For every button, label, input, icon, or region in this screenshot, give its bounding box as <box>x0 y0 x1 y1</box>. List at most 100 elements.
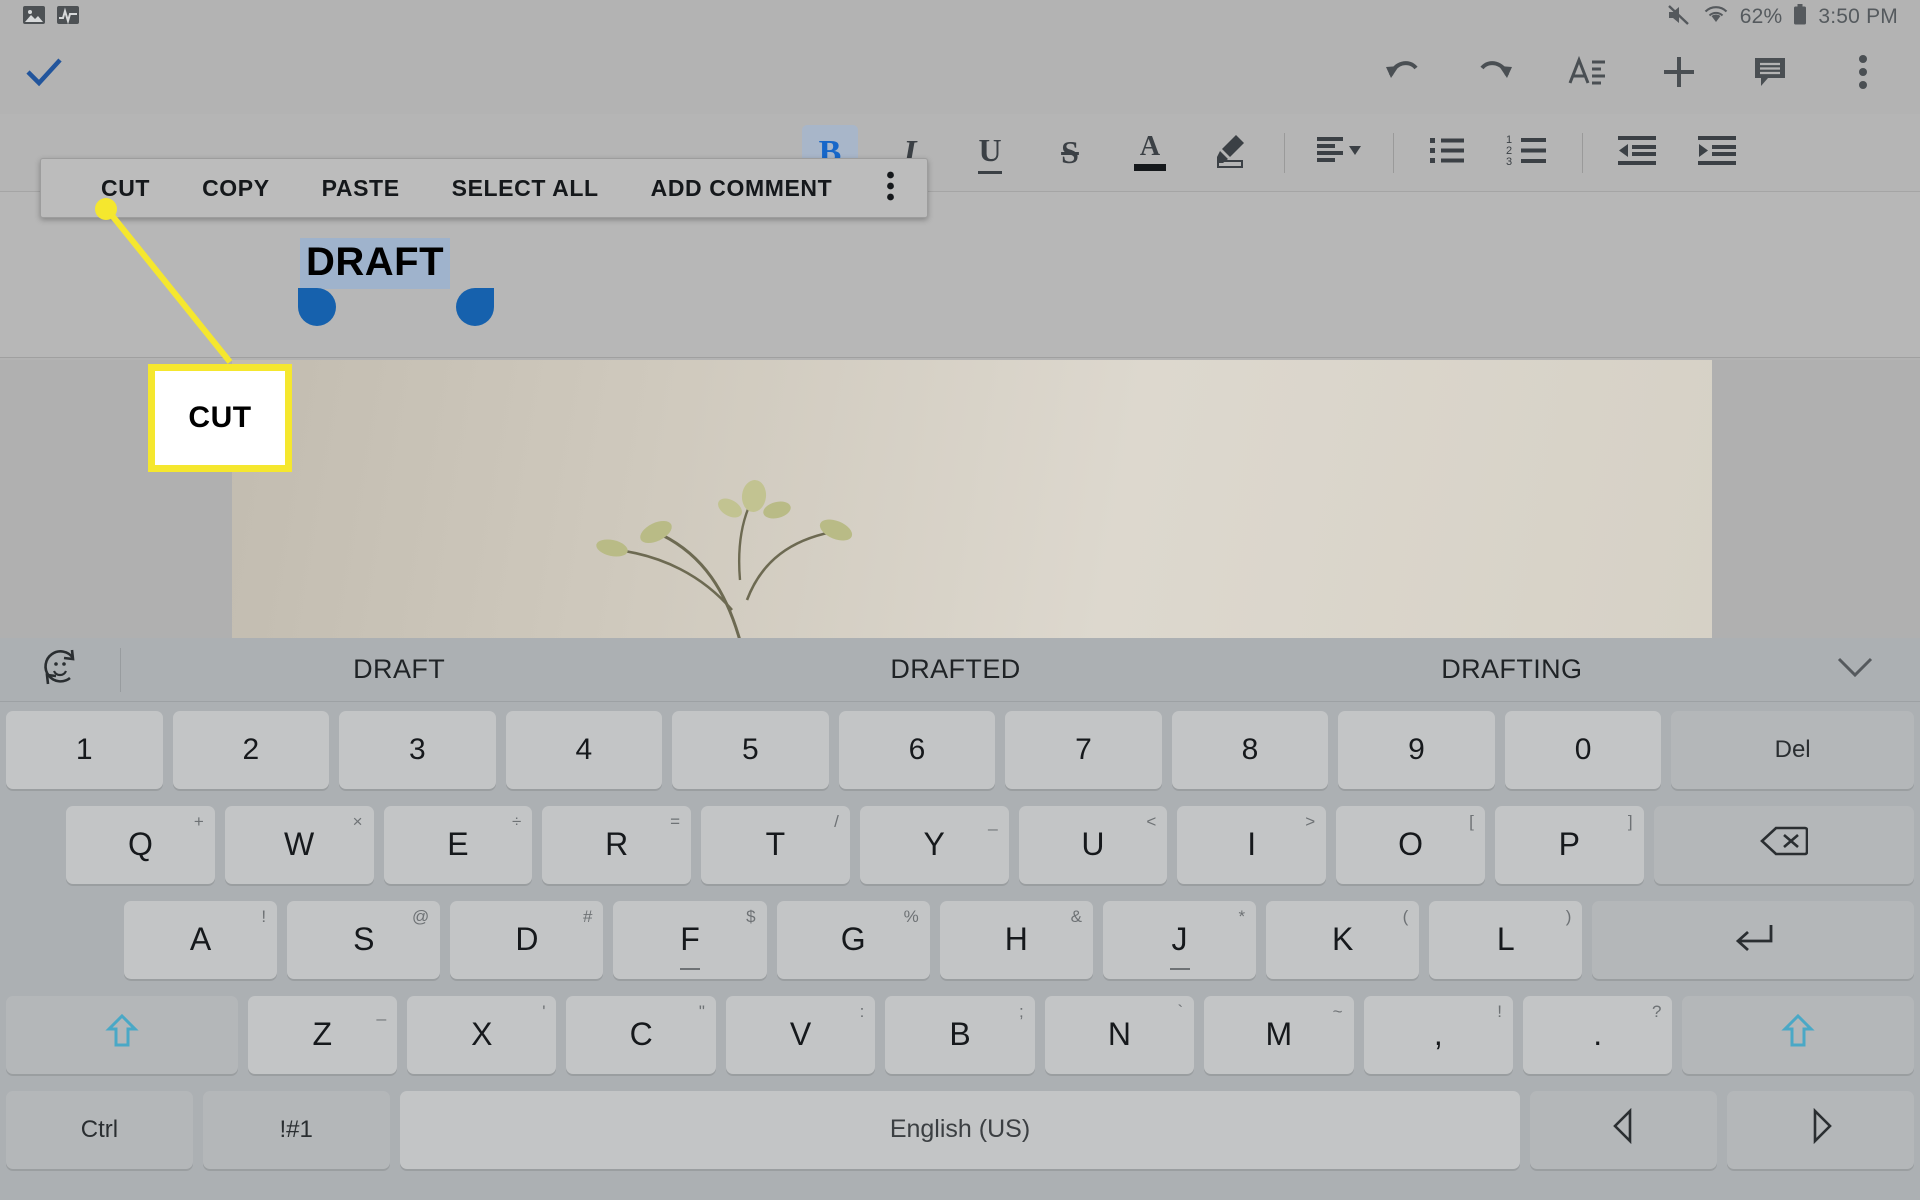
key-s[interactable]: @ S <box>287 900 441 979</box>
underline-button[interactable]: U <box>962 125 1018 181</box>
context-menu-item-select-all[interactable]: SELECT ALL <box>426 175 625 202</box>
key-comma[interactable]: !, <box>1363 995 1513 1074</box>
emoji-sticker-button[interactable] <box>0 646 120 693</box>
increase-indent-button[interactable] <box>1689 125 1745 181</box>
key-p-alt: ] <box>1627 811 1633 831</box>
key-0[interactable]: 0 <box>1504 710 1662 789</box>
key-ctrl[interactable]: Ctrl <box>6 1090 193 1169</box>
svg-text:3: 3 <box>1506 156 1512 167</box>
text-format-icon <box>1567 55 1607 94</box>
key-5[interactable]: 5 <box>672 710 829 789</box>
key-8[interactable]: 8 <box>1171 710 1329 789</box>
align-button[interactable] <box>1311 125 1367 181</box>
decrease-indent-button[interactable] <box>1609 125 1665 181</box>
key-n[interactable]: ` N <box>1044 995 1195 1074</box>
key-o-label: O <box>1398 826 1423 862</box>
highlight-button[interactable] <box>1202 125 1258 181</box>
key-l[interactable]: ) L <box>1429 900 1583 979</box>
text-color-button[interactable]: A <box>1122 125 1178 181</box>
key-e[interactable]: ÷ E <box>383 805 533 884</box>
key-z[interactable]: _ Z <box>247 995 398 1074</box>
suggestion-word-3[interactable]: DRAFTING <box>1234 654 1790 685</box>
page-margin-right <box>1712 360 1920 648</box>
key-t-label: T <box>765 826 786 862</box>
insert-button[interactable] <box>1656 51 1702 97</box>
key-shift-right[interactable] <box>1682 995 1915 1074</box>
context-menu-item-copy[interactable]: COPY <box>176 175 296 202</box>
bulleted-list-button[interactable] <box>1420 125 1476 181</box>
key-w[interactable]: × W <box>224 805 374 884</box>
overflow-menu-button[interactable] <box>1840 51 1886 97</box>
context-menu-item-paste[interactable]: PASTE <box>296 175 426 202</box>
key-6[interactable]: 6 <box>838 710 996 789</box>
key-4[interactable]: 4 <box>505 710 663 789</box>
key-o[interactable]: [O <box>1336 805 1485 884</box>
key-shift-left[interactable] <box>6 995 238 1074</box>
key-arrow-right[interactable] <box>1727 1090 1914 1169</box>
key-r[interactable]: = R <box>542 805 692 884</box>
selected-text[interactable]: DRAFT <box>300 238 451 289</box>
key-backspace[interactable] <box>1653 805 1914 884</box>
key-m[interactable]: ~ M <box>1204 995 1354 1074</box>
key-h[interactable]: & H <box>939 900 1093 979</box>
key-b-alt: ; <box>1018 1001 1024 1021</box>
key-l-label: L <box>1496 921 1515 957</box>
key-u[interactable]: < U <box>1018 805 1168 884</box>
key-b-label: B <box>949 1016 971 1052</box>
key-9[interactable]: 9 <box>1338 710 1495 789</box>
key-a[interactable]: ! A <box>124 900 278 979</box>
key-g-label: G <box>840 921 866 957</box>
key-i[interactable]: > I <box>1177 805 1327 884</box>
context-menu-overflow-button[interactable] <box>858 171 901 206</box>
key-e-label: E <box>447 826 469 862</box>
key-k[interactable]: (K <box>1266 900 1420 979</box>
key-p[interactable]: ] P <box>1494 805 1644 884</box>
key-2[interactable]: 2 <box>172 710 330 789</box>
key-7[interactable]: 7 <box>1005 710 1162 789</box>
key-x[interactable]: ' X <box>407 995 557 1074</box>
format-list-group: 123 <box>1408 125 1568 181</box>
numbered-list-button[interactable]: 123 <box>1500 125 1556 181</box>
key-c[interactable]: " C <box>566 995 716 1074</box>
key-b[interactable]: ; B <box>885 995 1035 1074</box>
key-l-alt: ) <box>1565 906 1572 926</box>
key-symbols[interactable]: !#1 <box>202 1090 390 1169</box>
selection-handle-end[interactable] <box>456 288 494 326</box>
key-o-alt: [ <box>1469 811 1474 831</box>
key-z-label: Z <box>312 1016 333 1052</box>
document-photo[interactable] <box>232 360 1712 648</box>
comment-button[interactable] <box>1748 51 1794 97</box>
suggestion-word-1[interactable]: DRAFT <box>121 654 677 685</box>
context-menu-item-add-comment[interactable]: ADD COMMENT <box>625 175 859 202</box>
key-y[interactable]: _ Y <box>859 805 1009 884</box>
suggestion-word-2[interactable]: DRAFTED <box>677 654 1233 685</box>
key-space[interactable]: English (US) <box>399 1090 1521 1169</box>
keyboard-row-numbers: 1 2 3 4 5 6 7 8 9 0 Del <box>0 702 1920 797</box>
key-arrow-left[interactable] <box>1530 1090 1718 1169</box>
redo-button[interactable] <box>1472 51 1518 97</box>
key-q[interactable]: + Q <box>66 805 215 884</box>
strikethrough-button[interactable]: S <box>1042 125 1098 181</box>
key-d[interactable]: # D <box>450 900 604 979</box>
context-menu-item-cut[interactable]: CUT <box>75 175 176 202</box>
key-v[interactable]: :V <box>725 995 876 1074</box>
collapse-suggestions-button[interactable] <box>1790 654 1920 685</box>
key-delete[interactable]: Del <box>1671 710 1914 789</box>
selection-handle-start[interactable] <box>298 288 336 326</box>
key-1[interactable]: 1 <box>6 710 163 789</box>
undo-button[interactable] <box>1380 51 1426 97</box>
key-g[interactable]: % G <box>776 900 930 979</box>
key-j-label: J <box>1171 921 1188 957</box>
key-j[interactable]: * J <box>1102 900 1257 979</box>
status-bar-notifications <box>22 3 80 32</box>
highlight-pen-icon <box>1210 131 1250 174</box>
key-f[interactable]: $ F <box>613 900 767 979</box>
key-enter[interactable] <box>1592 900 1915 979</box>
key-t[interactable]: / T <box>701 805 850 884</box>
confirm-button[interactable] <box>26 57 62 92</box>
key-3[interactable]: 3 <box>339 710 496 789</box>
text-format-button[interactable] <box>1564 51 1610 97</box>
key-period[interactable]: ?. <box>1522 995 1673 1074</box>
key-m-label: M <box>1265 1016 1293 1052</box>
key-c-alt: " <box>698 1001 705 1021</box>
